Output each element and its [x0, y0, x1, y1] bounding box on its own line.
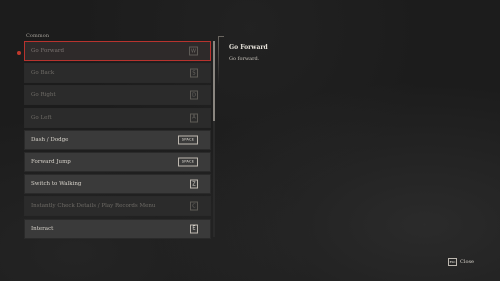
key-binding-box[interactable]: SPACE — [178, 135, 198, 145]
key-binding-box[interactable]: S — [190, 68, 198, 78]
keybinding-row[interactable]: Go Forward W — [24, 41, 211, 61]
action-label: Instantly Check Details / Play Records M… — [31, 203, 156, 210]
close-control[interactable]: ESC Close — [448, 258, 474, 266]
action-label: Go Right — [31, 92, 56, 99]
detail-description: Go forward. — [229, 56, 260, 62]
scrollbar-thumb[interactable] — [213, 41, 215, 121]
close-label: Close — [460, 259, 474, 265]
keybinding-row[interactable]: Dash / Dodge SPACE — [24, 129, 211, 150]
detail-divider-line — [218, 36, 219, 86]
keybinding-list: Go Forward W Go Back S Go Right D Go Left A Dash… — [24, 41, 211, 241]
key-binding-box[interactable]: D — [190, 90, 198, 100]
action-label: Switch to Walking — [31, 181, 82, 188]
key-binding-box[interactable]: Z — [190, 179, 198, 189]
detail-title: Go Forward — [229, 44, 268, 51]
keybinding-row[interactable]: Go Left A — [24, 107, 211, 128]
key-binding-box[interactable]: SPACE — [178, 157, 198, 167]
action-label: Interact — [31, 225, 54, 232]
section-title: Common — [26, 33, 50, 39]
keybinding-row[interactable]: Switch to Walking Z — [24, 174, 211, 195]
key-binding-box[interactable]: A — [190, 113, 198, 123]
keybinding-row[interactable]: Go Back S — [24, 63, 211, 84]
key-binding-box[interactable]: E — [190, 224, 198, 233]
keybinding-row[interactable]: Interact E — [24, 218, 211, 239]
selection-marker-icon — [17, 51, 21, 55]
action-label: Go Left — [31, 114, 52, 121]
esc-key-icon: ESC — [448, 258, 458, 266]
action-label: Go Forward — [31, 48, 65, 54]
keybinding-row[interactable]: Forward Jump SPACE — [24, 151, 211, 172]
keybinding-row[interactable]: Instantly Check Details / Play Records M… — [24, 196, 211, 217]
key-binding-box[interactable]: C — [190, 201, 198, 211]
action-label: Go Back — [31, 70, 55, 77]
keybinding-row[interactable]: Go Right D — [24, 85, 211, 106]
key-binding-box[interactable]: W — [189, 46, 198, 56]
